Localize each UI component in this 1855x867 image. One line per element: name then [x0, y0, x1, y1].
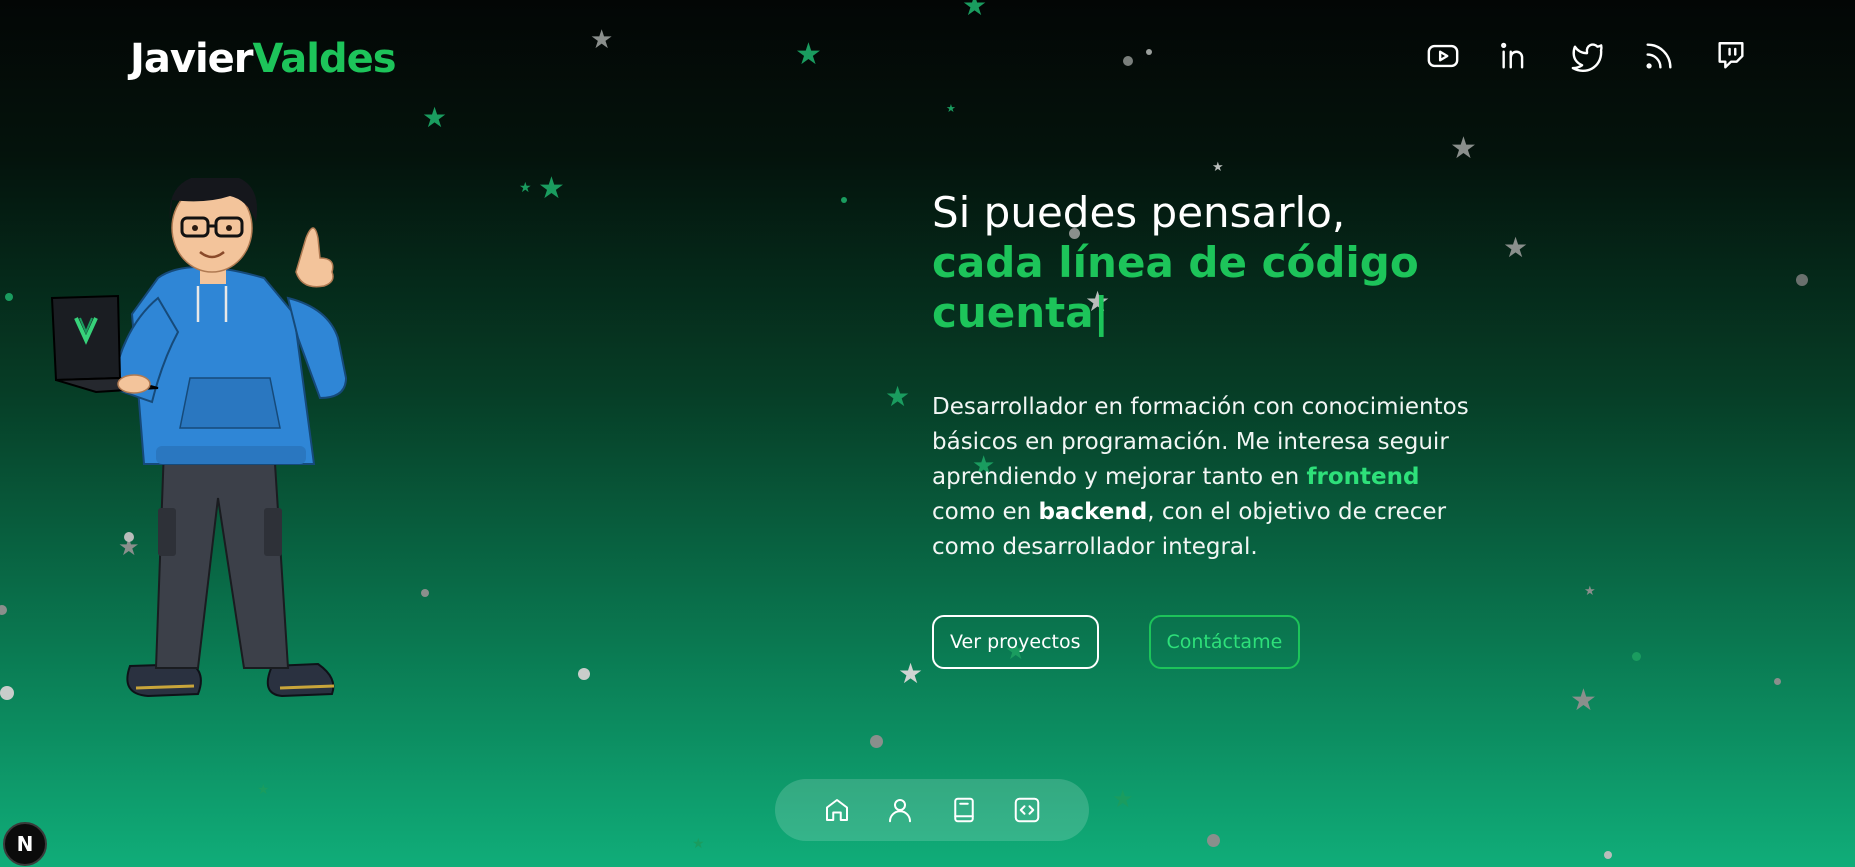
hero-description: Desarrollador en formación con conocimie…: [932, 390, 1472, 565]
star-icon: ★: [1450, 132, 1477, 165]
twitter-icon: [1571, 43, 1603, 72]
headline-line-3: cuenta|: [932, 288, 1492, 338]
star-icon: ★: [1212, 159, 1224, 174]
dot-decoration: [841, 197, 847, 203]
site-logo[interactable]: JavierValdes: [130, 36, 397, 82]
twitter-link[interactable]: [1569, 38, 1605, 74]
headline-line-1: Si puedes pensarlo,: [932, 188, 1346, 237]
logo-first-name: Javier: [130, 36, 254, 82]
hero-buttons: Ver proyectos Contáctame: [932, 615, 1492, 669]
dot-decoration: [1146, 49, 1152, 55]
dot-decoration: [5, 293, 13, 301]
view-projects-button[interactable]: Ver proyectos: [932, 615, 1099, 669]
dock-projects[interactable]: [1007, 790, 1047, 830]
rss-link[interactable]: [1641, 38, 1677, 74]
star-icon: ★: [946, 103, 956, 115]
typing-cursor: |: [1093, 288, 1109, 337]
contact-button[interactable]: Contáctame: [1148, 615, 1301, 669]
star-icon: ★: [422, 102, 448, 133]
dot-decoration: [0, 686, 14, 700]
dot-decoration: [578, 668, 590, 680]
nextjs-dev-badge[interactable]: N: [3, 822, 47, 866]
star-icon: ★: [538, 172, 565, 205]
star-icon: ★: [885, 381, 911, 412]
dot-decoration: [1632, 652, 1641, 661]
star-icon: ★: [519, 179, 532, 195]
star-icon: ★: [898, 658, 924, 689]
user-icon: [889, 799, 912, 823]
star-icon: ★: [962, 0, 988, 21]
dock-home[interactable]: [817, 790, 857, 830]
dot-decoration: [1123, 56, 1133, 66]
headline-line-3-text: cuenta: [932, 288, 1094, 337]
desc-part-2: como en: [932, 499, 1039, 525]
star-icon: ★: [1570, 684, 1597, 717]
dot-decoration: [1796, 274, 1808, 286]
headline-line-2: cada línea de código: [932, 238, 1419, 287]
star-icon: ★: [1584, 583, 1596, 598]
dot-decoration: [0, 605, 7, 615]
social-links: [1425, 38, 1749, 74]
dock-about[interactable]: [880, 790, 920, 830]
home-icon: [825, 799, 848, 821]
star-icon: ★: [1503, 232, 1529, 263]
dot-decoration: [1604, 851, 1612, 859]
dock-blog[interactable]: [944, 790, 984, 830]
dot-decoration: [1774, 678, 1781, 685]
twitch-icon: [1718, 42, 1744, 69]
youtube-icon: [1427, 44, 1459, 68]
book-icon: [954, 797, 974, 823]
hero-headline: Si puedes pensarlo, cada línea de código…: [932, 188, 1492, 338]
logo-last-name: Valdes: [252, 36, 397, 82]
twitch-link[interactable]: [1713, 38, 1749, 74]
dot-decoration: [421, 589, 429, 597]
avatar-illustration: [50, 178, 348, 698]
star-icon: ★: [590, 24, 614, 54]
linkedin-icon: [1501, 42, 1524, 69]
dot-decoration: [870, 735, 883, 748]
desc-highlight-frontend: frontend: [1306, 464, 1420, 490]
rss-icon: [1646, 43, 1672, 69]
star-icon: ★: [692, 835, 705, 851]
youtube-link[interactable]: [1425, 38, 1461, 74]
star-icon: ★: [1112, 786, 1134, 813]
code-icon: [1015, 797, 1040, 823]
bottom-dock-nav: [775, 779, 1089, 841]
desc-bold-backend: backend: [1038, 499, 1148, 525]
star-icon: ★: [795, 38, 822, 71]
linkedin-link[interactable]: [1497, 38, 1533, 74]
dot-decoration: [1207, 834, 1220, 847]
hero-section: Si puedes pensarlo, cada línea de código…: [932, 188, 1492, 669]
star-icon: ★: [257, 781, 270, 797]
